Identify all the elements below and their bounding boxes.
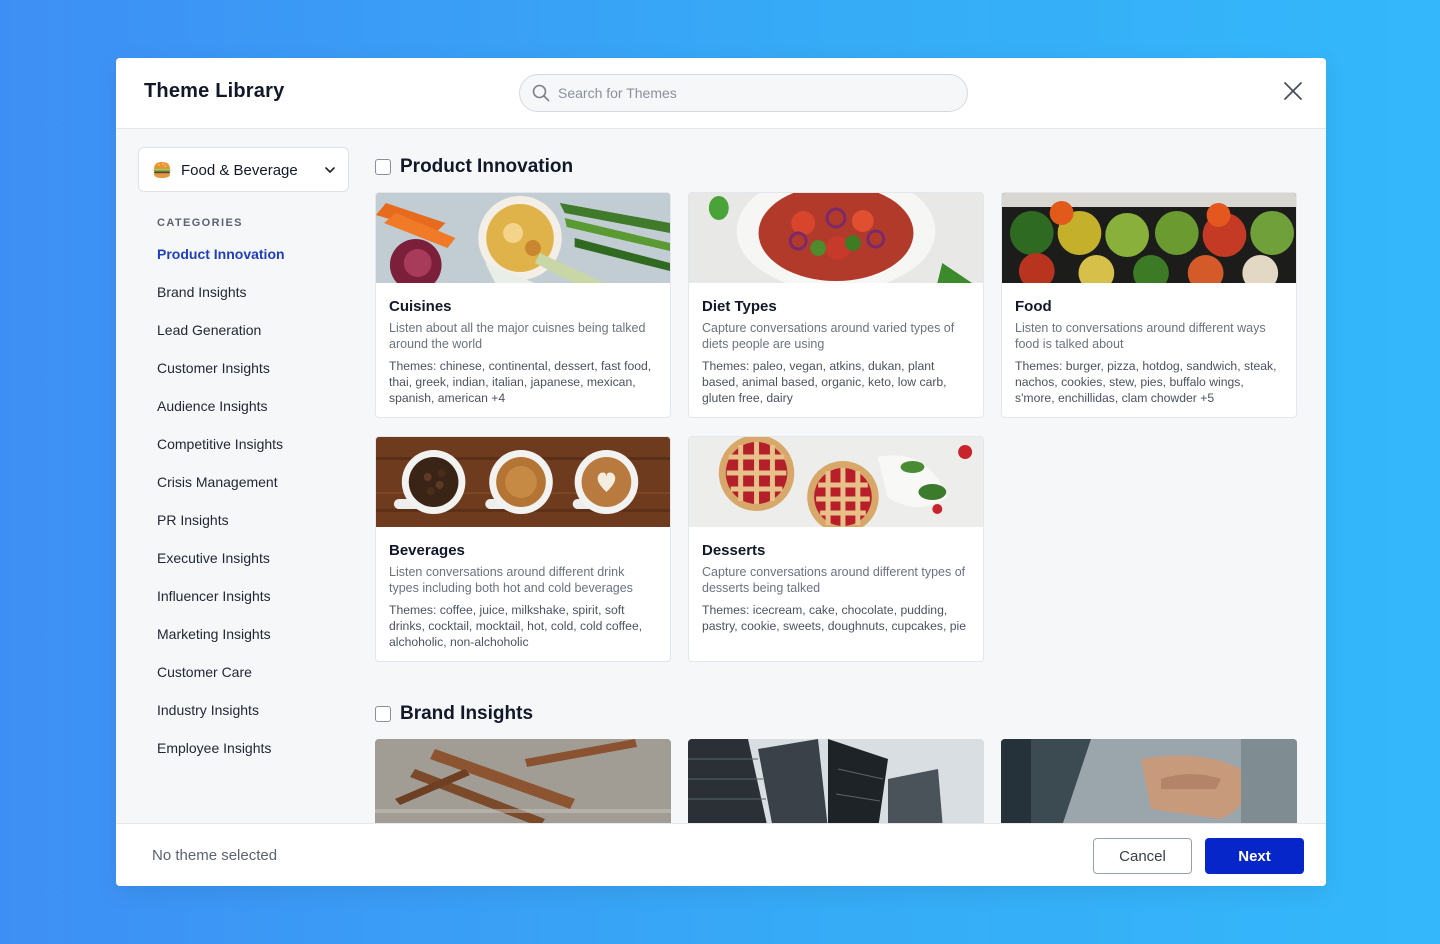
card-description: Listen about all the major cuisnes being… bbox=[389, 321, 646, 351]
selection-status: No theme selected bbox=[152, 847, 278, 864]
section-title: Brand Insights bbox=[400, 703, 534, 724]
section-title: Product Innovation bbox=[400, 156, 574, 177]
sidebar-item-pr-insights[interactable]: PR Insights bbox=[157, 511, 285, 549]
sidebar-item-competitive-insights[interactable]: Competitive Insights bbox=[157, 435, 285, 473]
sidebar: Food & Beverage CATEGORIES Product Innov… bbox=[116, 129, 366, 823]
theme-card-brand-1[interactable] bbox=[375, 739, 671, 823]
sidebar-item-customer-care[interactable]: Customer Care bbox=[157, 663, 285, 701]
theme-card-brand-3[interactable] bbox=[1001, 739, 1297, 823]
sidebar-item-executive-insights[interactable]: Executive Insights bbox=[157, 549, 285, 587]
skyscrapers-photo bbox=[688, 739, 984, 823]
card-themes: Themes: icecream, cake, chocolate, puddi… bbox=[702, 603, 966, 633]
wooden-cutlery-photo bbox=[375, 739, 671, 823]
theme-card-cuisines[interactable]: Cuisines Listen about all the major cuis… bbox=[375, 192, 671, 418]
coffee-photo bbox=[376, 437, 670, 527]
sidebar-item-product-innovation[interactable]: Product Innovation bbox=[157, 245, 285, 283]
food-bowls-photo bbox=[1002, 193, 1296, 283]
theme-card-brand-2[interactable] bbox=[688, 739, 984, 823]
card-title: Diet Types bbox=[702, 298, 777, 315]
search-box[interactable] bbox=[519, 74, 968, 112]
card-title: Desserts bbox=[702, 542, 766, 559]
sidebar-item-customer-insights[interactable]: Customer Insights bbox=[157, 359, 285, 397]
sidebar-item-marketing-insights[interactable]: Marketing Insights bbox=[157, 625, 285, 663]
modal-title: Theme Library bbox=[144, 80, 285, 102]
next-button[interactable]: Next bbox=[1205, 838, 1304, 874]
sidebar-item-industry-insights[interactable]: Industry Insights bbox=[157, 701, 285, 739]
card-themes: Themes: coffee, juice, milkshake, spirit… bbox=[389, 603, 643, 649]
theme-card-desserts[interactable]: Desserts Capture conversations around di… bbox=[688, 436, 984, 662]
industry-select[interactable]: Food & Beverage bbox=[138, 147, 349, 192]
card-title: Food bbox=[1015, 298, 1052, 315]
sidebar-item-lead-generation[interactable]: Lead Generation bbox=[157, 321, 285, 359]
search-icon bbox=[532, 84, 550, 102]
section-checkbox[interactable] bbox=[375, 706, 391, 722]
card-themes: Themes: burger, pizza, hotdog, sandwich,… bbox=[1015, 359, 1277, 405]
theme-grid-area[interactable]: Product Innovation Cuisines Listen about… bbox=[366, 129, 1326, 823]
card-description: Capture conversations around varied type… bbox=[702, 321, 955, 351]
categories-heading: CATEGORIES bbox=[157, 217, 243, 229]
card-themes: Themes: paleo, vegan, atkins, dukan, pla… bbox=[702, 359, 947, 405]
cancel-button[interactable]: Cancel bbox=[1093, 838, 1192, 874]
section-header-product-innovation: Product Innovation bbox=[375, 156, 573, 178]
theme-card-food[interactable]: Food Listen to conversations around diff… bbox=[1001, 192, 1297, 418]
close-icon[interactable] bbox=[1282, 80, 1304, 102]
card-description: Listen to conversations around different… bbox=[1015, 321, 1266, 351]
card-description: Listen conversations around different dr… bbox=[389, 565, 633, 595]
sidebar-item-influencer-insights[interactable]: Influencer Insights bbox=[157, 587, 285, 625]
section-checkbox[interactable] bbox=[375, 159, 391, 175]
cuisines-photo bbox=[376, 193, 670, 283]
card-description: Capture conversations around different t… bbox=[702, 565, 966, 595]
sidebar-item-brand-insights[interactable]: Brand Insights bbox=[157, 283, 285, 321]
pies-photo bbox=[689, 437, 983, 527]
chevron-down-icon bbox=[325, 167, 335, 173]
theme-card-beverages[interactable]: Beverages Listen conversations around di… bbox=[375, 436, 671, 662]
sidebar-item-employee-insights[interactable]: Employee Insights bbox=[157, 739, 285, 777]
card-title: Cuisines bbox=[389, 298, 452, 315]
search-input[interactable] bbox=[558, 75, 958, 111]
laptop-typing-photo bbox=[1001, 739, 1297, 823]
card-themes: Themes: chinese, continental, dessert, f… bbox=[389, 359, 652, 405]
modal-header: Theme Library bbox=[116, 58, 1326, 129]
sidebar-item-audience-insights[interactable]: Audience Insights bbox=[157, 397, 285, 435]
modal-footer: No theme selected Cancel Next bbox=[116, 823, 1326, 886]
card-title: Beverages bbox=[389, 542, 465, 559]
sidebar-item-crisis-management[interactable]: Crisis Management bbox=[157, 473, 285, 511]
category-list: Product Innovation Brand Insights Lead G… bbox=[157, 245, 285, 777]
industry-select-label: Food & Beverage bbox=[181, 162, 298, 179]
theme-card-diet-types[interactable]: Diet Types Capture conversations around … bbox=[688, 192, 984, 418]
section-header-brand-insights: Brand Insights bbox=[375, 703, 533, 725]
theme-library-modal: Theme Library Food & Beverage bbox=[116, 58, 1326, 886]
burger-icon bbox=[153, 162, 171, 178]
salad-photo bbox=[689, 193, 983, 283]
